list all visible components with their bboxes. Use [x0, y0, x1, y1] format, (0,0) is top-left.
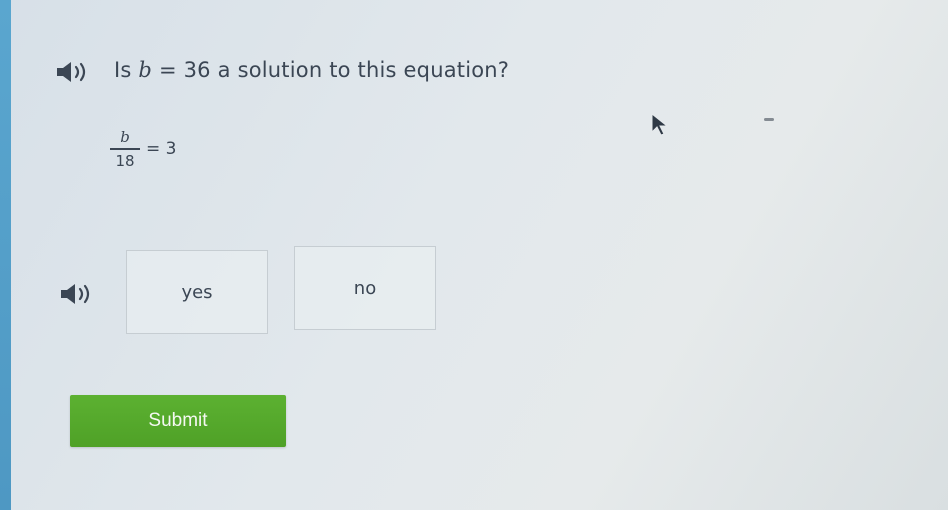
choices-audio-speaker-icon[interactable] — [58, 282, 98, 306]
question-prefix: Is — [114, 58, 139, 82]
question-suffix: a solution to this equation? — [217, 58, 510, 82]
question-equals: = 36 — [152, 58, 218, 82]
question-text: Is b = 36 a solution to this equation? — [114, 58, 509, 82]
equation: b 18 = 3 — [110, 128, 176, 170]
submit-label: Submit — [148, 410, 208, 431]
choice-no-button[interactable]: no — [294, 246, 436, 330]
question-audio-speaker-icon[interactable] — [54, 60, 94, 84]
window-edge — [0, 0, 11, 510]
question-variable: b — [138, 58, 153, 82]
choice-yes-button[interactable]: yes — [126, 250, 268, 334]
choice-no-label: no — [353, 277, 377, 299]
submit-button[interactable]: Submit — [70, 395, 286, 447]
fraction-denominator: 18 — [115, 152, 135, 170]
choice-yes-label: yes — [181, 281, 213, 303]
fraction-numerator: b — [120, 128, 130, 146]
screen-speck — [764, 118, 774, 121]
mouse-cursor-icon — [650, 112, 670, 138]
fraction: b 18 — [110, 128, 140, 170]
equation-rhs: = 3 — [146, 139, 177, 159]
